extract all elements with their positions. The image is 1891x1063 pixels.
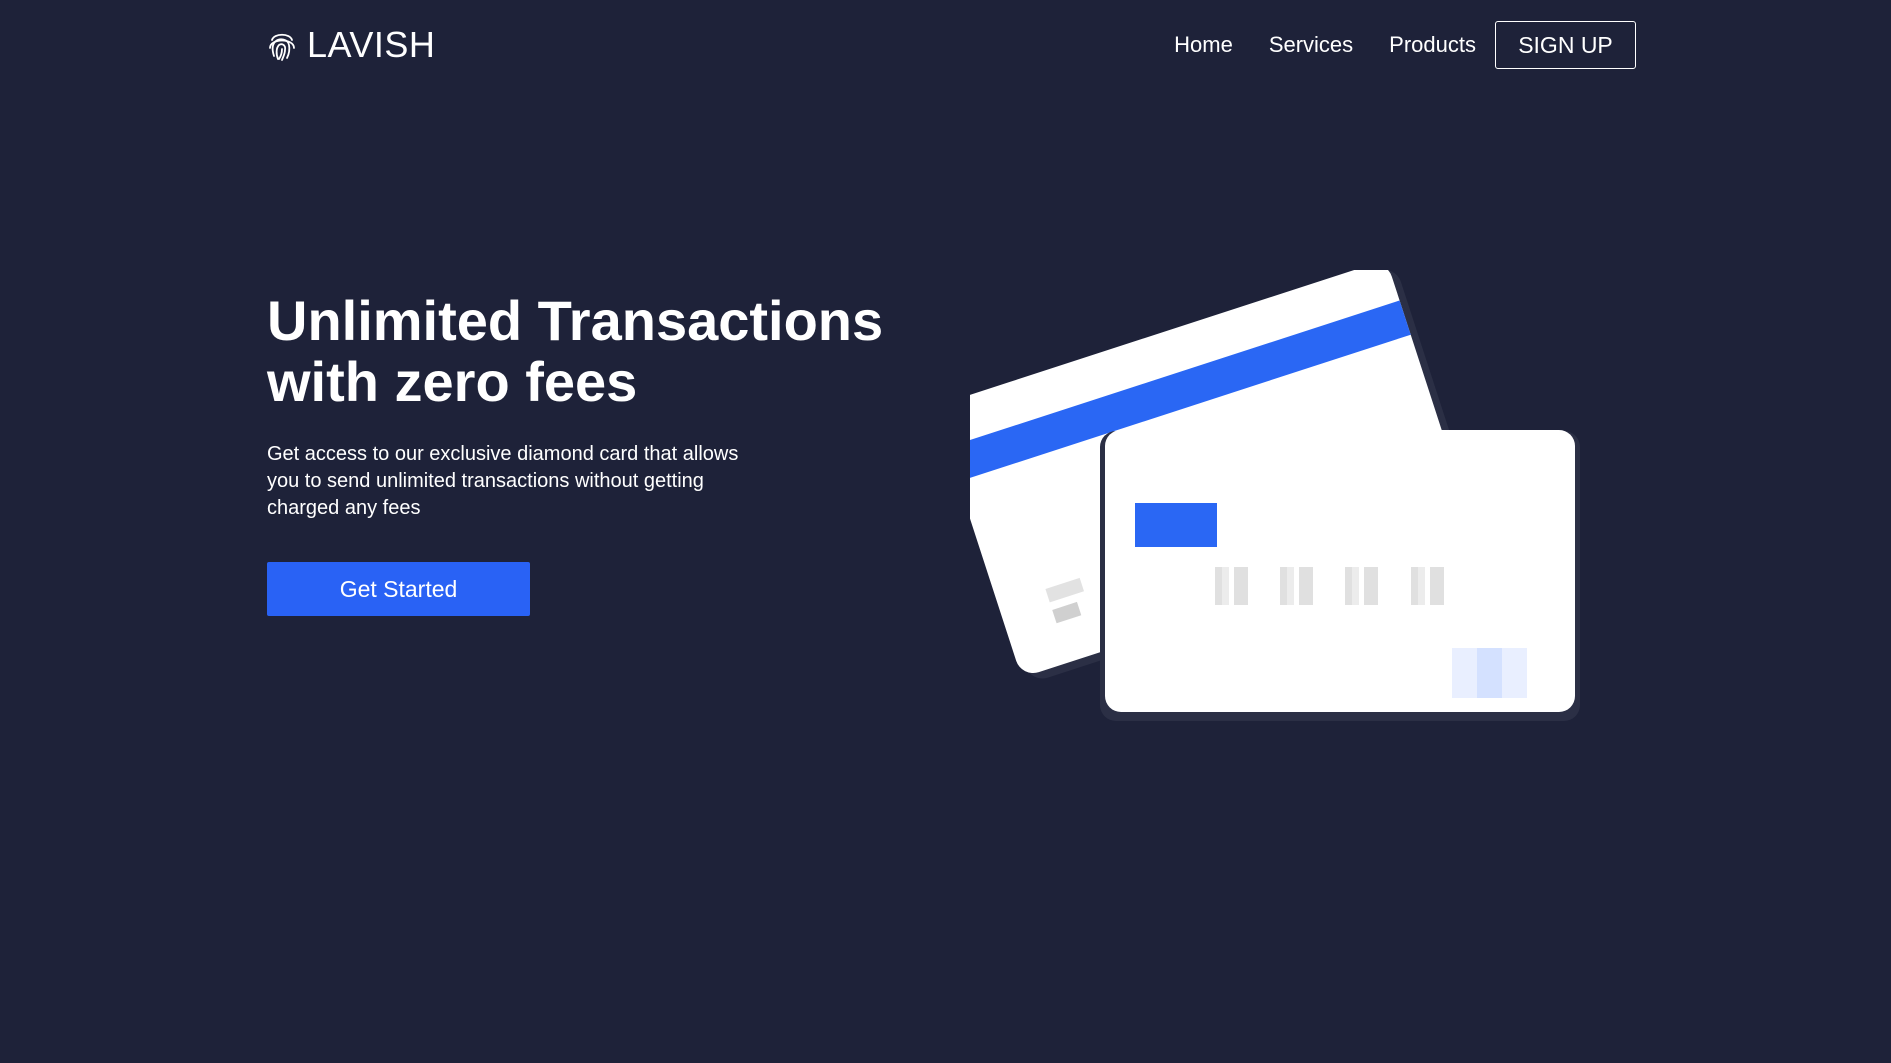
brand[interactable]: LAVISH — [267, 24, 435, 66]
fingerprint-icon — [269, 33, 295, 61]
hero-description: Get access to our exclusive diamond card… — [267, 443, 739, 519]
nav-link-services[interactable]: Services — [1269, 32, 1353, 58]
signup-button[interactable]: SIGN UP — [1495, 21, 1636, 69]
nav-links: Home Services Products SIGN UP — [1138, 21, 1636, 69]
brand-name: LAVISH — [307, 24, 436, 65]
nav-link-products[interactable]: Products — [1389, 32, 1476, 58]
nav-link-home[interactable]: Home — [1174, 32, 1233, 58]
hero-title: Unlimited Transactions with zero fees — [267, 290, 967, 412]
landing-page: LAVISH Home Services Products SIGN UP Un… — [0, 0, 1891, 1063]
get-started-button[interactable]: Get Started — [267, 562, 530, 616]
hero-title-line-2: with zero fees — [267, 350, 638, 413]
hero-title-line-1: Unlimited Transactions — [267, 289, 884, 352]
front-card — [1100, 430, 1580, 721]
credit-cards-illustration — [970, 270, 1580, 721]
navbar: LAVISH Home Services Products SIGN UP — [267, 21, 1636, 69]
